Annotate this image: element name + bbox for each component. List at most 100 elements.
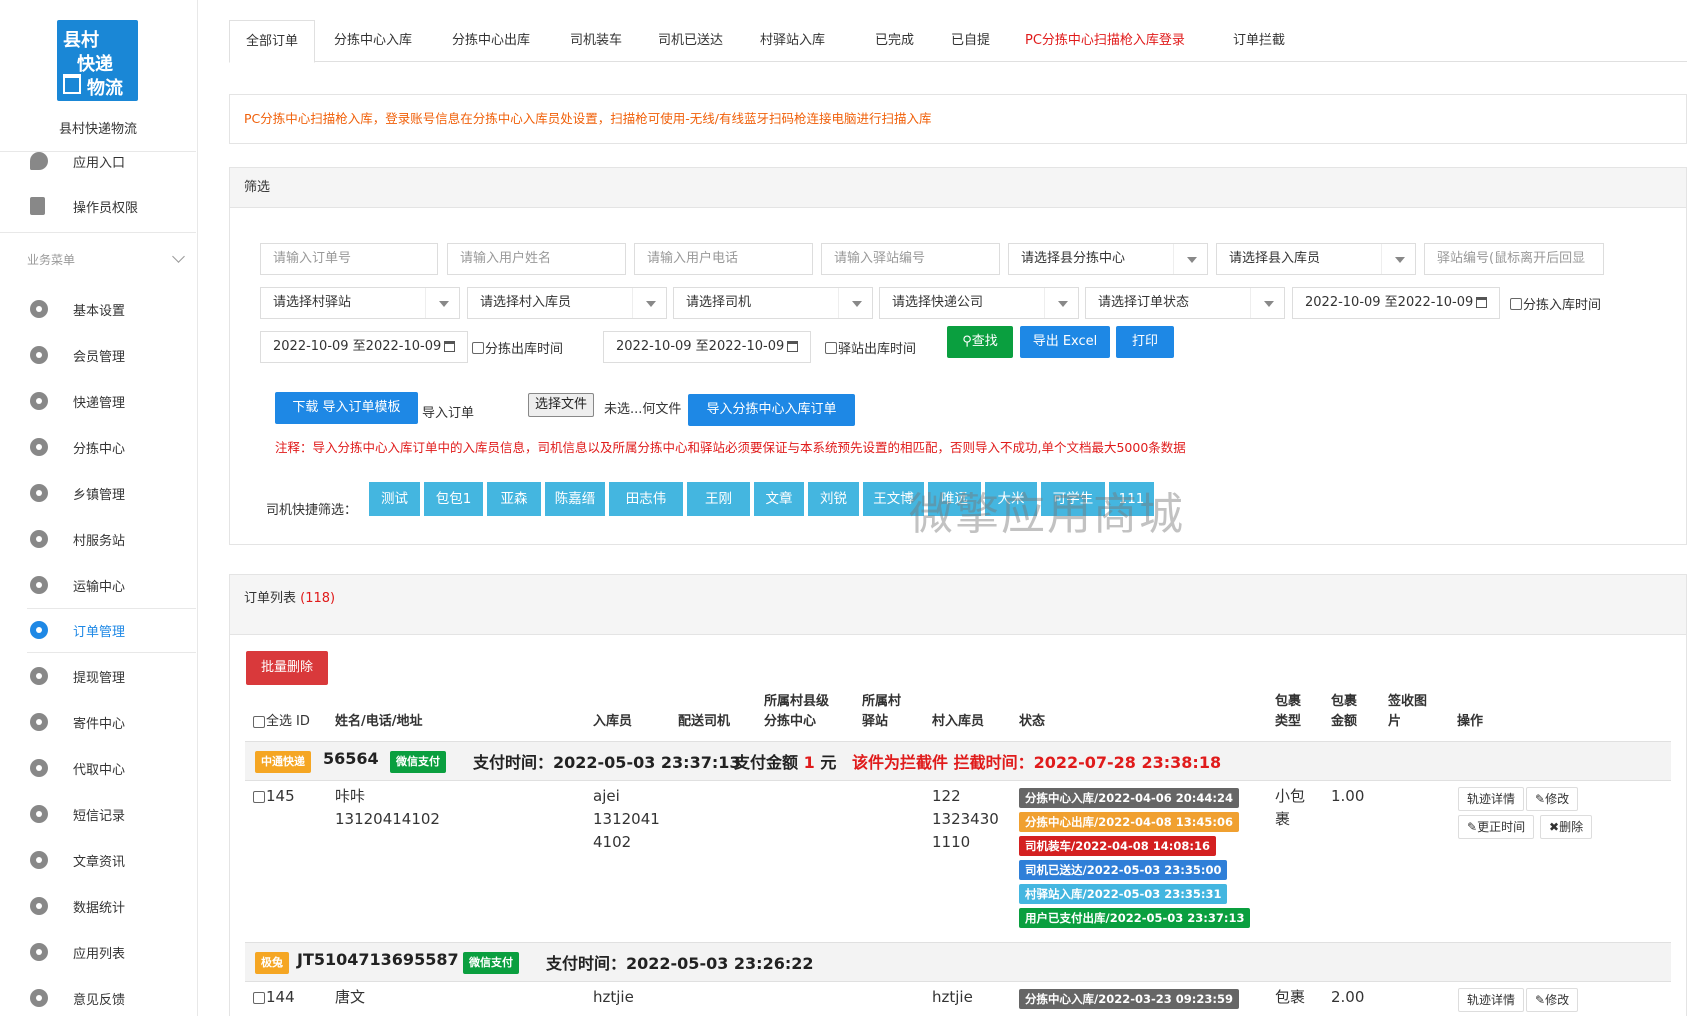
sidebar-item[interactable]: 乡镇管理	[0, 473, 196, 513]
driver-select[interactable]: 请选择司机	[673, 287, 873, 319]
checkbox[interactable]	[253, 991, 265, 1004]
batch-delete-button[interactable]: 批量删除	[246, 651, 328, 685]
driver-filter-button[interactable]: 王刚	[687, 482, 750, 516]
user-name-input[interactable]: 请输入用户姓名	[447, 243, 626, 275]
checkbox[interactable]	[825, 341, 837, 354]
driver-filter-button[interactable]: 亚森	[487, 482, 541, 516]
logo-text: 快递	[77, 54, 113, 75]
date-value: 2022-10-09 至2022-10-09	[616, 339, 785, 354]
header-village-l2: 驿站	[862, 714, 889, 729]
sort-in-time-checkbox[interactable]: 分拣入库时间	[1510, 294, 1601, 313]
row-checkbox[interactable]: 144	[253, 986, 295, 1009]
order-number: 56564	[323, 749, 379, 768]
track-detail-button[interactable]: 轨迹详情	[1458, 988, 1525, 1012]
tab-driver-delivered[interactable]: 司机已送达	[642, 20, 739, 62]
correct-time-button[interactable]: ✎更正时间	[1458, 815, 1535, 839]
checkbox[interactable]	[472, 341, 484, 354]
village-clerk-select[interactable]: 请选择村入库员	[467, 287, 667, 319]
download-template-button[interactable]: 下载 导入订单模板	[275, 392, 418, 424]
tab-driver-load[interactable]: 司机装车	[554, 20, 638, 62]
station-no-input[interactable]: 请输入驿站编号	[821, 243, 1000, 275]
pay-time: 支付时间：2022-05-03 23:37:13	[473, 753, 741, 772]
driver-filter-button[interactable]: 文章	[754, 482, 804, 516]
company-badge: 极兔	[255, 952, 289, 974]
village-station-select[interactable]: 请选择村驿站	[260, 287, 460, 319]
choose-file-button[interactable]: 选择文件	[528, 393, 595, 417]
print-button[interactable]: 打印	[1116, 326, 1174, 358]
sidebar-item[interactable]: 意见反馈	[0, 978, 196, 1016]
status-badge: 分拣中心出库/2022-04-08 13:45:06	[1019, 812, 1239, 832]
status-badge: 司机装车/2022-04-08 14:08:16	[1019, 836, 1216, 856]
express-company-select[interactable]: 请选择快递公司	[879, 287, 1079, 319]
edit-doc-icon	[30, 197, 45, 215]
checkbox[interactable]	[253, 790, 265, 803]
sidebar-item-app-entry[interactable]: 应用入口	[0, 141, 196, 181]
driver-filter-button[interactable]: 测试	[369, 482, 420, 516]
tab-sort-out[interactable]: 分拣中心出库	[436, 20, 546, 62]
edit-button[interactable]: ✎修改	[1526, 988, 1579, 1012]
select-all-checkbox[interactable]: 全选 ID	[253, 712, 310, 732]
pay-type-badge: 微信支付	[463, 952, 519, 974]
sidebar-item[interactable]: 运输中心	[0, 565, 196, 605]
tab-order-intercept[interactable]: 订单拦截	[1217, 20, 1301, 62]
sidebar-item[interactable]: 数据统计	[0, 886, 196, 926]
user-phone-input[interactable]: 请输入用户电话	[634, 243, 813, 275]
sidebar-item[interactable]: 文章资讯	[0, 840, 196, 880]
checkbox[interactable]	[253, 716, 265, 728]
tab-completed[interactable]: 已完成	[859, 20, 930, 62]
sidebar-item[interactable]: 村服务站	[0, 519, 196, 559]
track-detail-button[interactable]: 轨迹详情	[1458, 787, 1525, 811]
customer-name: 咔咔	[335, 787, 366, 805]
station-out-time-checkbox[interactable]: 驿站出库时间	[825, 338, 916, 357]
sort-in-date-range[interactable]: 2022-10-09 至2022-10-09	[1292, 287, 1500, 319]
sidebar-item-operator-permission[interactable]: 操作员权限	[0, 186, 196, 226]
sidebar-item[interactable]: 分拣中心	[0, 427, 196, 467]
gear-icon	[27, 573, 51, 597]
county-sort-center-select[interactable]: 请选择县分拣中心	[1008, 243, 1208, 275]
sort-out-time-checkbox[interactable]: 分拣出库时间	[472, 338, 563, 357]
driver-filter-button[interactable]: 包包1	[424, 482, 483, 516]
sidebar-item-label: 快递管理	[73, 395, 126, 411]
tab-sort-in[interactable]: 分拣中心入库	[318, 20, 428, 62]
sidebar-item[interactable]: 提现管理	[0, 656, 196, 696]
sidebar-item[interactable]: 会员管理	[0, 335, 196, 375]
tab-pc-scanner-login[interactable]: PC分拣中心扫描枪入库登录	[1009, 20, 1201, 62]
sidebar-item[interactable]: 代取中心	[0, 748, 196, 788]
edit-button[interactable]: ✎修改	[1526, 787, 1579, 811]
driver-filter-button[interactable]: 陈嘉缙	[545, 482, 605, 516]
sort-out-date-range[interactable]: 2022-10-09 至2022-10-09	[260, 331, 468, 363]
driver-filter-button[interactable]: 刘锐	[808, 482, 859, 516]
chevron-down-icon	[632, 288, 666, 318]
tab-all-orders[interactable]: 全部订单	[229, 20, 316, 63]
county-clerk-select[interactable]: 请选择县入库员	[1216, 243, 1416, 275]
checkbox[interactable]	[1510, 297, 1522, 310]
sidebar-item-label: 操作员权限	[73, 200, 139, 216]
import-sort-in-button[interactable]: 导入分拣中心入库订单	[688, 394, 855, 426]
header-sign-l1: 签收图	[1388, 694, 1428, 709]
chevron-down-icon[interactable]	[172, 250, 185, 263]
tab-village-in[interactable]: 村驿站入库	[744, 20, 841, 62]
sidebar-item[interactable]: 应用列表	[0, 932, 196, 972]
sidebar-item[interactable]: 短信记录	[0, 794, 196, 834]
sidebar-item[interactable]: 基本设置	[0, 289, 196, 329]
import-order-label: 导入订单	[422, 406, 475, 421]
search-button[interactable]: ⚲查找	[947, 326, 1013, 358]
sidebar-item[interactable]: 订单管理	[0, 610, 196, 650]
gear-icon	[27, 618, 51, 642]
station-out-date-range[interactable]: 2022-10-09 至2022-10-09	[603, 331, 811, 363]
header-village-l1: 所属村	[862, 694, 902, 709]
row-checkbox[interactable]: 145	[253, 785, 295, 808]
sidebar-item[interactable]: 快递管理	[0, 381, 196, 421]
customer-phone: 13120414102	[335, 810, 440, 828]
station-no-echo-input[interactable]: 驿站编号(鼠标离开后回显	[1424, 243, 1604, 275]
export-excel-button[interactable]: 导出 Excel	[1020, 326, 1110, 358]
select-value: 请选择订单状态	[1098, 295, 1190, 310]
tab-self-pickup[interactable]: 已自提	[935, 20, 1006, 62]
menu-header: 业务菜单	[27, 253, 76, 267]
sidebar-item[interactable]: 寄件中心	[0, 702, 196, 742]
driver-filter-button[interactable]: 田志伟	[609, 482, 683, 516]
order-no-input[interactable]: 请输入订单号	[260, 243, 438, 275]
select-value: 请选择县分拣中心	[1021, 251, 1126, 266]
order-status-select[interactable]: 请选择订单状态	[1085, 287, 1285, 319]
delete-button[interactable]: ✖删除	[1540, 815, 1593, 839]
